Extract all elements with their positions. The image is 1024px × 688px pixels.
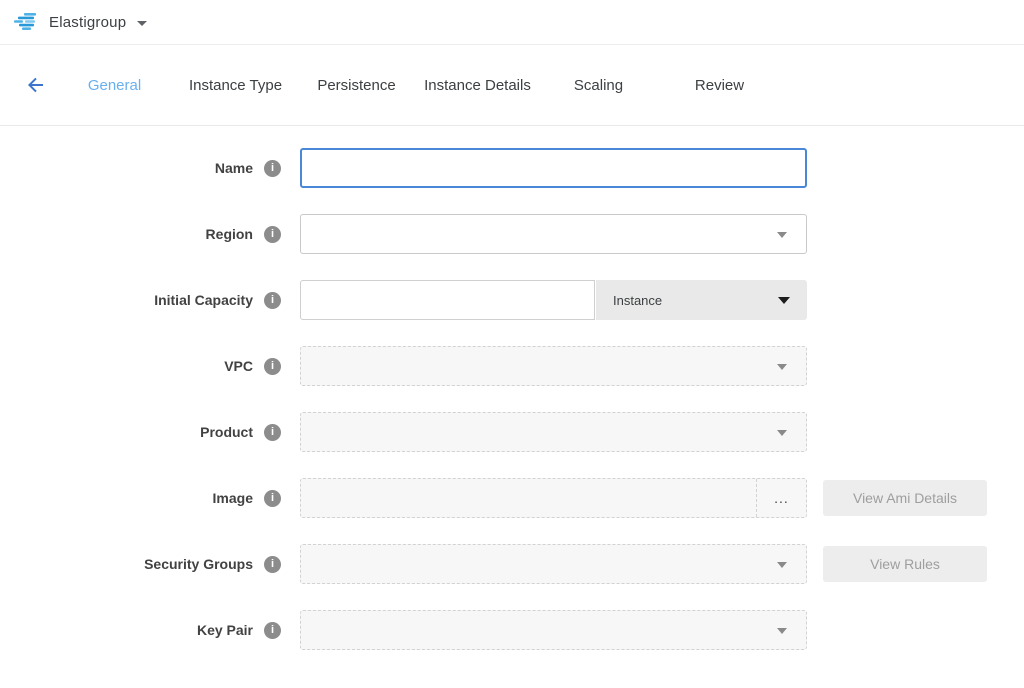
chevron-down-icon (777, 562, 787, 568)
form-row-name: Name i (0, 148, 1024, 188)
wizard-tabs: General Instance Type Persistence Instan… (54, 77, 780, 94)
chevron-down-icon (777, 232, 787, 238)
image-label: Image (213, 490, 253, 506)
key-pair-label: Key Pair (197, 622, 253, 638)
image-browse-button[interactable]: ... (756, 479, 806, 517)
info-icon[interactable]: i (264, 160, 281, 177)
view-rules-button[interactable]: View Rules (823, 546, 987, 582)
tab-instance-type[interactable]: Instance Type (175, 77, 296, 94)
back-arrow-icon[interactable] (24, 73, 48, 97)
form-row-image: Image i ... View Ami Details (0, 478, 1024, 518)
wizard-nav: General Instance Type Persistence Instan… (0, 45, 1024, 126)
form-row-product: Product i (0, 412, 1024, 452)
chevron-down-icon (777, 364, 787, 370)
form-row-region: Region i (0, 214, 1024, 254)
chevron-down-icon (777, 430, 787, 436)
key-pair-select[interactable] (300, 610, 807, 650)
form-row-vpc: VPC i (0, 346, 1024, 386)
initial-capacity-label: Initial Capacity (154, 292, 253, 308)
app-header: Elastigroup (0, 0, 1024, 45)
form-row-security-groups: Security Groups i View Rules (0, 544, 1024, 584)
tab-instance-details[interactable]: Instance Details (417, 77, 538, 94)
info-icon[interactable]: i (264, 622, 281, 639)
form-row-initial-capacity: Initial Capacity i Instance (0, 280, 1024, 320)
tab-general[interactable]: General (54, 77, 175, 94)
info-icon[interactable]: i (264, 424, 281, 441)
vpc-label: VPC (224, 358, 253, 374)
product-select[interactable] (300, 412, 807, 452)
info-icon[interactable]: i (264, 556, 281, 573)
tab-review[interactable]: Review (659, 77, 780, 94)
info-icon[interactable]: i (264, 226, 281, 243)
view-ami-details-button[interactable]: View Ami Details (823, 480, 987, 516)
chevron-down-icon (778, 297, 790, 304)
name-label: Name (215, 160, 253, 176)
capacity-unit-select[interactable]: Instance (596, 280, 807, 320)
app-title[interactable]: Elastigroup (49, 14, 126, 31)
tab-scaling[interactable]: Scaling (538, 77, 659, 94)
form-row-key-pair: Key Pair i (0, 610, 1024, 650)
region-label: Region (206, 226, 253, 242)
general-form: Name i Region i Initial Capacity i Insta… (0, 126, 1024, 650)
product-label: Product (200, 424, 253, 440)
capacity-unit-value: Instance (613, 293, 662, 308)
initial-capacity-input[interactable] (300, 280, 595, 320)
info-icon[interactable]: i (264, 358, 281, 375)
name-input[interactable] (300, 148, 807, 188)
info-icon[interactable]: i (264, 490, 281, 507)
vpc-select[interactable] (300, 346, 807, 386)
chevron-down-icon[interactable] (137, 21, 147, 26)
elastigroup-logo-icon (14, 12, 38, 32)
image-picker[interactable]: ... (300, 478, 807, 518)
security-groups-select[interactable] (300, 544, 807, 584)
info-icon[interactable]: i (264, 292, 281, 309)
security-groups-label: Security Groups (144, 556, 253, 572)
region-select[interactable] (300, 214, 807, 254)
tab-persistence[interactable]: Persistence (296, 77, 417, 94)
chevron-down-icon (777, 628, 787, 634)
